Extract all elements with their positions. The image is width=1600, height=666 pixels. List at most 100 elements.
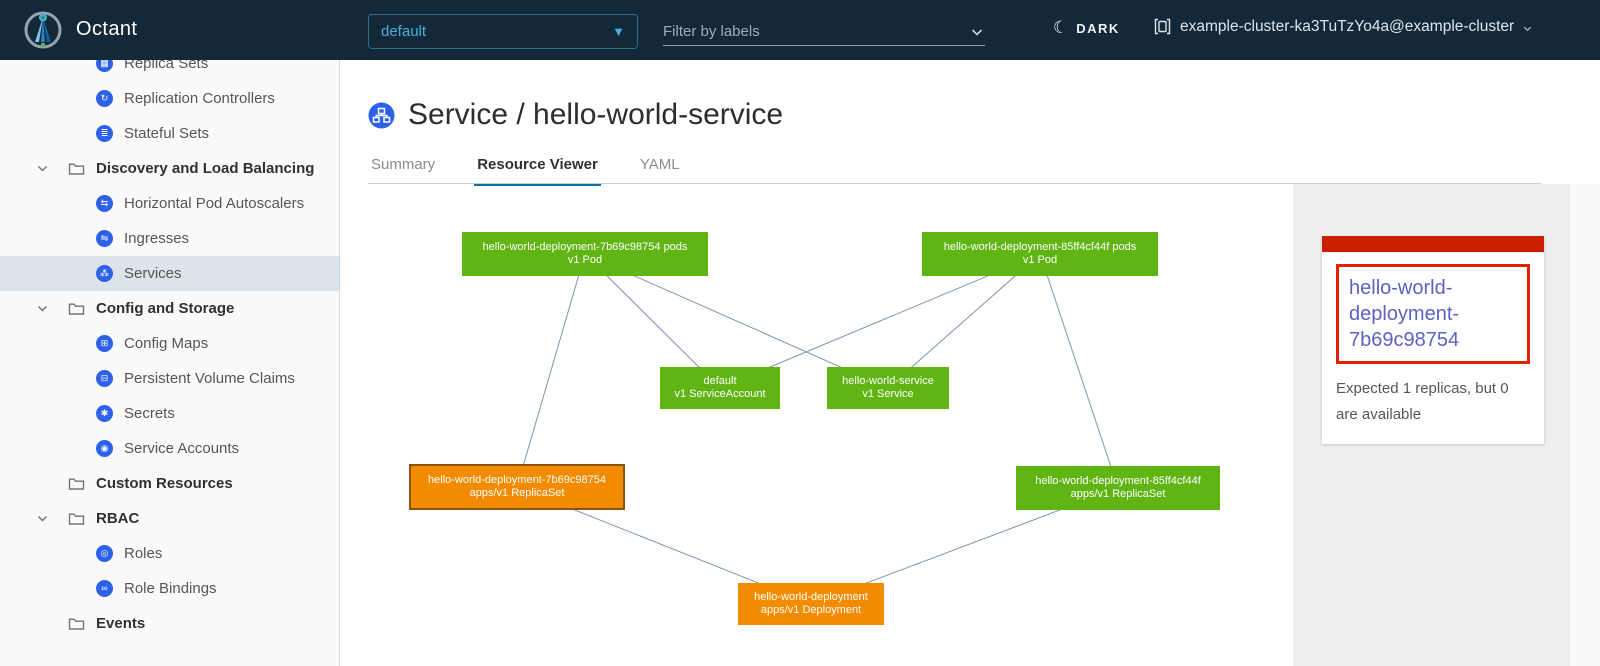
pvc-icon: ⊟ (96, 370, 113, 387)
sidebar-item-label: Roles (124, 545, 162, 562)
chevron-down-icon[interactable] (969, 24, 985, 40)
folder-icon (68, 476, 85, 491)
node-name: hello-world-service (827, 375, 949, 389)
page-title: Service / hello-world-service (408, 98, 783, 132)
status-message: Expected 1 replicas, but 0 are available (1336, 376, 1530, 428)
sidebar-item-label: Events (96, 615, 145, 632)
label-filter-input[interactable] (663, 23, 969, 40)
sidebar-item-service-accounts[interactable]: ◉ Service Accounts (0, 431, 339, 466)
graph-node-rs-85ff[interactable]: hello-world-deployment-85ff4cf44fapps/v1… (1016, 466, 1220, 510)
secrets-icon: ✱ (96, 405, 113, 422)
graph-edge-pod-7b69-rs-7b69 (517, 254, 585, 487)
panel-right-margin (1570, 184, 1600, 666)
chevron-down-icon[interactable] (36, 162, 52, 175)
sidebar-item-label: Discovery and Load Balancing (96, 160, 314, 177)
selected-node-title: hello-world-deployment-7b69c98754 (1349, 277, 1459, 351)
folder-icon (68, 161, 85, 176)
sidebar-item-label: Persistent Volume Claims (124, 370, 295, 387)
sidebar-item-events[interactable]: Events (0, 606, 339, 641)
sidebar-item-label: Replica Sets (124, 60, 208, 72)
sidebar-item-services[interactable]: ⁂ Services (0, 256, 339, 291)
moon-icon: ☾ (1053, 18, 1068, 38)
tab-resource-viewer[interactable]: Resource Viewer (474, 152, 601, 183)
node-kind: v1 Pod (462, 254, 708, 268)
graph-node-pod-85ff[interactable]: hello-world-deployment-85ff4cf44f podsv1… (922, 232, 1158, 276)
theme-toggle-button[interactable]: ☾ DARK (1053, 18, 1120, 38)
service-icon (368, 102, 395, 129)
label-filter (663, 18, 985, 46)
service-accounts-icon: ◉ (96, 440, 113, 457)
folder-icon (68, 616, 85, 631)
replication-controllers-icon: ↻ (96, 90, 113, 107)
sidebar-item-horizontal-pod-autoscalers[interactable]: ⇆Horizontal Pod Autoscalers (0, 186, 339, 221)
chevron-down-icon (1522, 23, 1533, 34)
caret-down-icon: ▼ (612, 24, 625, 39)
sidebar-item-replica-sets[interactable]: ▦ Replica Sets (0, 60, 339, 81)
cluster-icon (1153, 17, 1172, 36)
sidebar-item-label: Config and Storage (96, 300, 234, 317)
config-maps-icon: ⊞ (96, 335, 113, 352)
node-name: default (660, 375, 780, 389)
node-name: hello-world-deployment-7b69c98754 pods (462, 241, 708, 255)
tab-summary[interactable]: Summary (368, 152, 438, 183)
graph-node-deploy[interactable]: hello-world-deploymentapps/v1 Deployment (738, 583, 884, 625)
node-name: hello-world-deployment (738, 591, 884, 605)
node-kind: apps/v1 Deployment (738, 604, 884, 618)
sidebar-item-label: Services (124, 265, 182, 282)
chevron-down-icon[interactable] (36, 302, 52, 315)
roles-icon: ◎ (96, 545, 113, 562)
tab-bar: Summary Resource Viewer YAML (368, 152, 683, 183)
sidebar-item-label: Horizontal Pod Autoscalers (124, 195, 304, 212)
node-kind: apps/v1 ReplicaSet (411, 487, 623, 501)
sidebar-item-roles[interactable]: ◎ Roles (0, 536, 339, 571)
page-title-row: Service / hello-world-service (368, 98, 783, 132)
node-kind: v1 Pod (922, 254, 1158, 268)
context-selector[interactable]: example-cluster-ka3TuTzYo4a@example-clus… (1153, 17, 1533, 36)
graph-node-pod-7b69[interactable]: hello-world-deployment-7b69c98754 podsv1… (462, 232, 708, 276)
resource-graph: hello-world-deployment-7b69c98754 podsv1… (340, 184, 1292, 666)
chevron-down-icon[interactable] (36, 512, 52, 525)
node-name: hello-world-deployment-7b69c98754 (411, 474, 623, 488)
graph-node-sa[interactable]: defaultv1 ServiceAccount (660, 367, 780, 409)
sidebar-item-rbac[interactable]: RBAC (0, 501, 339, 536)
node-detail-card: hello-world-deployment-7b69c98754 Expect… (1322, 236, 1544, 444)
sidebar-item-custom-resources[interactable]: Custom Resources (0, 466, 339, 501)
graph-node-svc[interactable]: hello-world-servicev1 Service (827, 367, 949, 409)
sidebar-item-config-maps[interactable]: ⊞ Config Maps (0, 326, 339, 361)
selected-node-link[interactable]: hello-world-deployment-7b69c98754 (1336, 264, 1530, 364)
sidebar-item-label: Stateful Sets (124, 125, 209, 142)
role-bindings-icon: ∞ (96, 580, 113, 597)
sidebar-item-label: Config Maps (124, 335, 208, 352)
node-name: hello-world-deployment-85ff4cf44f pods (922, 241, 1158, 255)
sidebar-item-persistent-volume-claims[interactable]: ⊟ Persistent Volume Claims (0, 361, 339, 396)
detail-panel: hello-world-deployment-7b69c98754 Expect… (1293, 184, 1570, 666)
sidebar-item-label: Service Accounts (124, 440, 239, 457)
sidebar-item-discovery-and-load-balancing[interactable]: Discovery and Load Balancing (0, 151, 339, 186)
node-name: hello-world-deployment-85ff4cf44f (1016, 475, 1220, 489)
theme-toggle-label: DARK (1076, 21, 1120, 36)
graph-node-rs-7b69[interactable]: hello-world-deployment-7b69c98754apps/v1… (409, 464, 625, 510)
ingresses-icon: ⇋ (96, 230, 113, 247)
sidebar-item-label: Role Bindings (124, 580, 217, 597)
sidebar-item-label: Ingresses (124, 230, 189, 247)
replica-sets-icon: ▦ (96, 60, 113, 72)
services-icon: ⁂ (96, 265, 113, 282)
sidebar-item-config-and-storage[interactable]: Config and Storage (0, 291, 339, 326)
sidebar-item-label: Secrets (124, 405, 175, 422)
octant-logo-icon (22, 9, 64, 51)
tab-yaml[interactable]: YAML (637, 152, 683, 183)
sidebar-item-label: Custom Resources (96, 475, 233, 492)
namespace-value: default (381, 23, 612, 40)
namespace-dropdown[interactable]: default ▼ (368, 14, 638, 49)
graph-edge-pod-85ff-rs-85ff (1040, 254, 1118, 488)
sidebar-nav: ▦ Replica Sets ↻Replication Controllers ≣ St… (0, 60, 340, 666)
sidebar-item-stateful-sets[interactable]: ≣ Stateful Sets (0, 116, 339, 151)
context-label: example-cluster-ka3TuTzYo4a@example-clus… (1180, 18, 1514, 36)
sidebar-item-role-bindings[interactable]: ∞ Role Bindings (0, 571, 339, 606)
stateful-sets-icon: ≣ (96, 125, 113, 142)
sidebar-item-ingresses[interactable]: ⇋ Ingresses (0, 221, 339, 256)
sidebar-item-secrets[interactable]: ✱ Secrets (0, 396, 339, 431)
app-header: Octant default ▼ ☾ DARK example-cluster-… (0, 0, 1600, 60)
sidebar-item-replication-controllers[interactable]: ↻Replication Controllers (0, 81, 339, 116)
node-kind: v1 ServiceAccount (660, 388, 780, 402)
